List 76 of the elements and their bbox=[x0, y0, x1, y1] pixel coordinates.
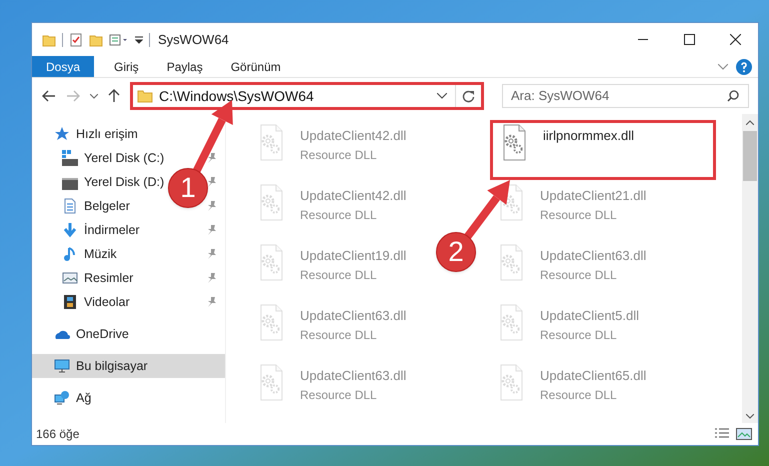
file-name: UpdateClient5.dll bbox=[540, 307, 640, 325]
drive-icon bbox=[62, 150, 78, 166]
large-icons-view-icon[interactable] bbox=[736, 428, 752, 440]
file-type: Resource DLL bbox=[540, 326, 618, 344]
recent-dropdown-icon[interactable] bbox=[90, 94, 98, 98]
network-icon bbox=[54, 390, 70, 406]
dropdown-icon[interactable] bbox=[135, 34, 143, 44]
chevron-down-icon[interactable] bbox=[437, 93, 447, 99]
file-type: Resource DLL bbox=[300, 146, 378, 164]
back-arrow-icon[interactable] bbox=[42, 90, 56, 102]
sidebar-item[interactable]: OneDrive bbox=[32, 322, 131, 346]
file-name: UpdateClient21.dll bbox=[540, 187, 646, 205]
pin-icon[interactable] bbox=[207, 152, 217, 164]
film-icon bbox=[62, 294, 78, 310]
pin-icon[interactable] bbox=[207, 296, 217, 308]
file-name: UpdateClient63.dll bbox=[540, 247, 646, 265]
ribbon-tab[interactable]: Görünüm bbox=[216, 56, 295, 77]
sidebar-item[interactable]: Videolar bbox=[32, 290, 132, 314]
search-field[interactable]: Ara: SysWOW64 bbox=[502, 84, 749, 108]
file-name: UpdateClient19.dll bbox=[300, 247, 406, 265]
scroll-up-icon[interactable] bbox=[746, 120, 754, 125]
file-name: iirlpnormmex.dll bbox=[543, 127, 634, 145]
view-options-icon[interactable] bbox=[109, 32, 129, 46]
file-tile[interactable]: iirlpnormmex.dll bbox=[490, 120, 716, 180]
sidebar-item[interactable]: Bu bilgisayar bbox=[32, 354, 225, 378]
item-count: 166 öğe bbox=[36, 426, 80, 443]
file-type: Resource DLL bbox=[300, 206, 378, 224]
ribbon-tab[interactable]: Giriş bbox=[100, 56, 153, 77]
file-type: Resource DLL bbox=[540, 386, 618, 404]
sidebar-item[interactable]: Ağ bbox=[32, 386, 94, 410]
scroll-down-icon[interactable] bbox=[746, 414, 754, 419]
sidebar-item[interactable]: Hızlı erişim bbox=[32, 122, 140, 146]
help-icon[interactable] bbox=[736, 58, 752, 74]
scrollbar[interactable] bbox=[742, 114, 758, 423]
refresh-icon[interactable] bbox=[462, 90, 475, 102]
ribbon-tab[interactable]: Paylaş bbox=[152, 56, 217, 77]
star-icon bbox=[54, 126, 70, 142]
address-bar[interactable]: C:\Windows\SysWOW64 bbox=[130, 82, 484, 110]
file-type: Resource DLL bbox=[300, 266, 378, 284]
pin-icon[interactable] bbox=[207, 176, 217, 188]
file-type: Resource DLL bbox=[300, 326, 378, 344]
pin-icon[interactable] bbox=[207, 272, 217, 284]
file-name: UpdateClient63.dll bbox=[300, 307, 406, 325]
music-note-icon bbox=[62, 246, 78, 262]
sidebar-item[interactable]: Yerel Disk (D:) bbox=[32, 170, 166, 194]
details-view-icon[interactable] bbox=[714, 428, 730, 440]
monitor-icon bbox=[54, 358, 70, 374]
sidebar-item[interactable]: Müzik bbox=[32, 242, 119, 266]
file-name: UpdateClient63.dll bbox=[300, 367, 406, 385]
scrollbar-thumb[interactable] bbox=[743, 131, 757, 181]
folder-icon bbox=[137, 89, 153, 103]
up-arrow-icon[interactable] bbox=[108, 89, 120, 103]
file-name: UpdateClient65.dll bbox=[540, 367, 646, 385]
maximize-icon bbox=[684, 34, 694, 45]
sidebar-item[interactable]: Belgeler bbox=[32, 194, 132, 218]
file-name: UpdateClient42.dll bbox=[300, 127, 406, 145]
download-arrow-icon bbox=[62, 222, 78, 238]
properties-icon[interactable] bbox=[69, 32, 83, 46]
file-type: Resource DLL bbox=[540, 206, 618, 224]
sidebar-item[interactable]: İndirmeler bbox=[32, 218, 142, 242]
search-icon[interactable] bbox=[727, 90, 739, 102]
document-icon bbox=[62, 198, 78, 214]
pin-icon[interactable] bbox=[207, 200, 217, 212]
file-type: Resource DLL bbox=[540, 266, 618, 284]
ribbon-tab[interactable]: Dosya bbox=[32, 56, 94, 77]
file-type: Resource DLL bbox=[300, 386, 378, 404]
pin-icon[interactable] bbox=[207, 248, 217, 260]
minimize-icon bbox=[638, 39, 648, 40]
picture-icon bbox=[62, 270, 78, 286]
window-title: SysWOW64 bbox=[158, 30, 229, 49]
pin-icon[interactable] bbox=[207, 224, 217, 236]
file-name: UpdateClient42.dll bbox=[300, 187, 406, 205]
close-icon bbox=[730, 34, 740, 45]
address-path: C:\Windows\SysWOW64 bbox=[159, 86, 314, 106]
sidebar-item[interactable]: Resimler bbox=[32, 266, 136, 290]
sidebar-item[interactable]: Yerel Disk (C:) bbox=[32, 146, 166, 170]
